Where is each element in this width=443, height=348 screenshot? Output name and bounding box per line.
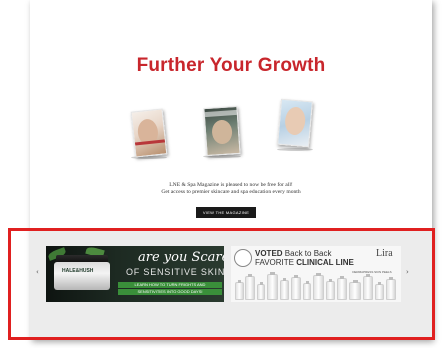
cover-masthead [204,109,237,118]
product-bottle [303,281,311,300]
cover-face [283,106,307,136]
product-jar [54,262,110,290]
chevron-right-icon[interactable]: › [406,268,409,276]
voted-rest: Back to Back [284,249,332,258]
ad-tagline-2: SENSITIVITIES INTO GOOD DAYS! [118,289,222,295]
ad-voted-line: VOTED Back to Back [255,249,331,258]
carousel-ad-lira[interactable]: VOTED Back to Back FAVORITE CLINICAL LIN… [231,246,401,302]
product-bottle [386,277,396,300]
product-brand-label: HALE&HUSH [62,268,94,274]
favorite-word: FAVORITE [255,258,294,267]
award-seal-icon [234,249,252,267]
ad-subheadline: OF SENSITIVE SKIN? [126,267,224,277]
ad-tagline-1: LEARN HOW TO TURN FRIGHTS AND [118,282,222,288]
magazine-cover-3[interactable] [277,98,313,148]
ad-product-caption: DERMAPRESS SKIN PEELS [352,270,392,274]
voted-word: VOTED [255,249,283,258]
product-bottle [245,274,255,300]
chevron-left-icon[interactable]: ‹ [36,268,39,276]
view-magazine-button[interactable]: VIEW THE MAGAZINE [196,207,256,218]
magazine-cover-1[interactable] [130,108,168,158]
product-bottle [235,280,244,300]
cover-shadow [277,148,313,151]
product-bottle [326,279,335,300]
carousel-ad-hale-hush[interactable]: HALE&HUSH are you Scared OF SENSITIVE SK… [46,246,224,302]
ad-favorite-line: FAVORITE CLINICAL LINE [255,258,354,267]
page-title: Further Your Growth [136,55,326,76]
magazine-blurb: LNE & Spa Magazine is pleased to now be … [30,182,432,196]
ad-headline: are you Scared [138,250,224,265]
product-bottle [337,276,347,300]
product-bottle [313,273,324,300]
cover-face [211,119,233,145]
product-bottle [363,274,373,300]
product-bottle [349,280,361,300]
product-bottle [291,275,301,300]
product-bottle [375,282,384,300]
clinical-line: CLINICAL LINE [296,258,354,267]
product-bottle [257,282,265,300]
blurb-line-2: Get access to premier skincare and spa e… [161,189,301,195]
blurb-line-1: LNE & Spa Magazine is pleased to now be … [169,182,293,188]
product-bottle [267,272,278,300]
lira-logo: Lira [376,248,393,259]
magazine-cover-2[interactable] [203,105,241,157]
product-bottle [280,278,289,300]
